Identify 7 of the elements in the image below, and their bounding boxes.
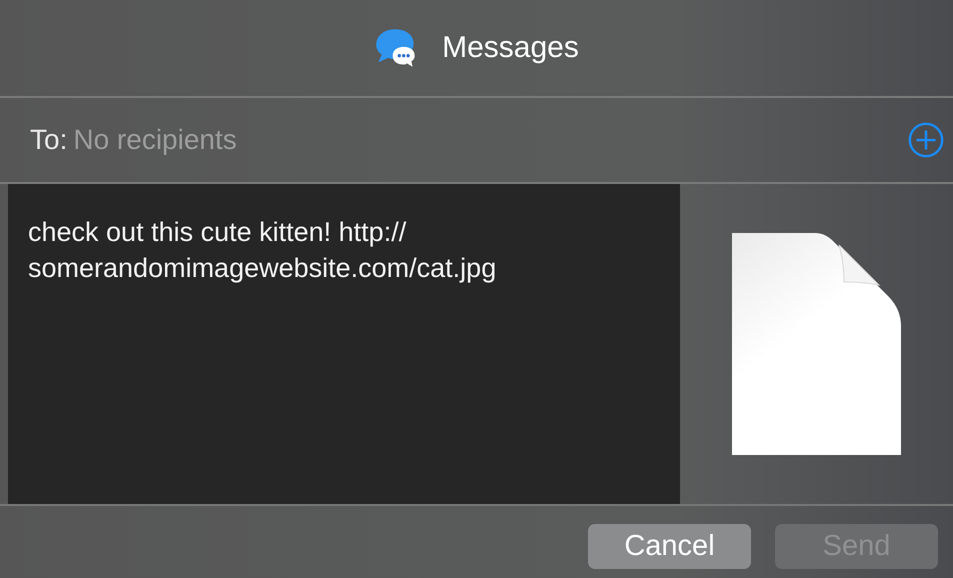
message-text[interactable]: check out this cute kitten! http:// somerandomimagewebsite.com/cat.jpg [8, 184, 680, 504]
to-label: To: [30, 124, 68, 156]
document-icon [732, 233, 902, 455]
cancel-button[interactable]: Cancel [588, 524, 751, 568]
window-title: Messages [442, 31, 579, 65]
add-icon[interactable] [907, 121, 945, 159]
recipient-field[interactable]: No recipients [73, 124, 907, 156]
